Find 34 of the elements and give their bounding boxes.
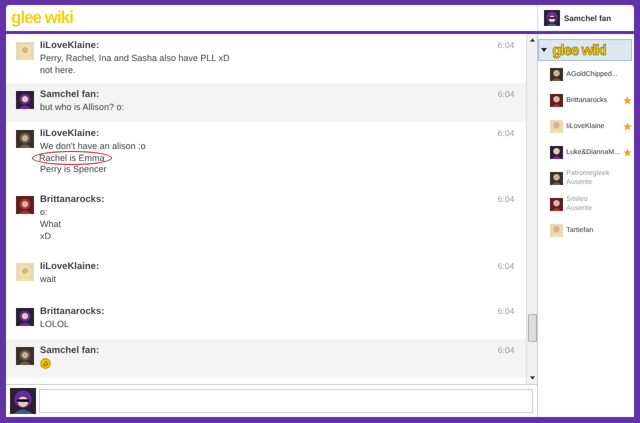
message-time: 6:04 — [498, 194, 514, 206]
author-name: Samchel fan: — [40, 345, 100, 357]
message-text: What — [40, 218, 62, 230]
message-time: 6:04 — [498, 306, 514, 318]
caret-icon[interactable] — [541, 48, 548, 52]
message-text: Rachel is Emma — [32, 150, 112, 164]
author-name: IiLoveKlaine: — [40, 128, 100, 140]
author-name: Brittanarocks: — [40, 194, 104, 206]
message-time: 6:04 — [498, 89, 514, 101]
scroll-thumb[interactable] — [528, 314, 537, 342]
message-text: Perry is Spencer — [40, 163, 107, 175]
message-text: We don't have an alison ;o — [40, 140, 146, 152]
room-logo: glee wiki — [552, 42, 606, 58]
message-time: 6:04 — [498, 40, 514, 52]
message-time: 6:04 — [498, 345, 514, 357]
message-text: xD — [40, 230, 51, 242]
message-text: Perry, Rachel, Ina and Sasha also have PLL xD — [40, 52, 230, 64]
message-text: o: — [40, 206, 48, 218]
message-text: LOLOL — [40, 318, 70, 330]
message-text: but who is Allison? o: — [40, 101, 124, 113]
message-input[interactable] — [39, 389, 534, 413]
message-text: not here. — [40, 64, 76, 76]
message-time: 6:04 — [498, 261, 514, 273]
emoji-icon — [40, 358, 51, 369]
message-text: wait — [40, 273, 56, 285]
author-name: IiLoveKlaine: — [40, 40, 100, 52]
user-name[interactable]: Samchel fan — [564, 14, 612, 22]
scrollbar[interactable] — [526, 34, 538, 384]
message-time: 6:04 — [498, 128, 514, 140]
scroll-up-icon[interactable] — [530, 38, 535, 42]
author-name: IiLoveKlaine: — [40, 261, 100, 273]
author-name: Brittanarocks: — [40, 306, 104, 318]
scroll-down-icon[interactable] — [530, 376, 535, 380]
author-name: Samchel fan: — [40, 89, 100, 101]
